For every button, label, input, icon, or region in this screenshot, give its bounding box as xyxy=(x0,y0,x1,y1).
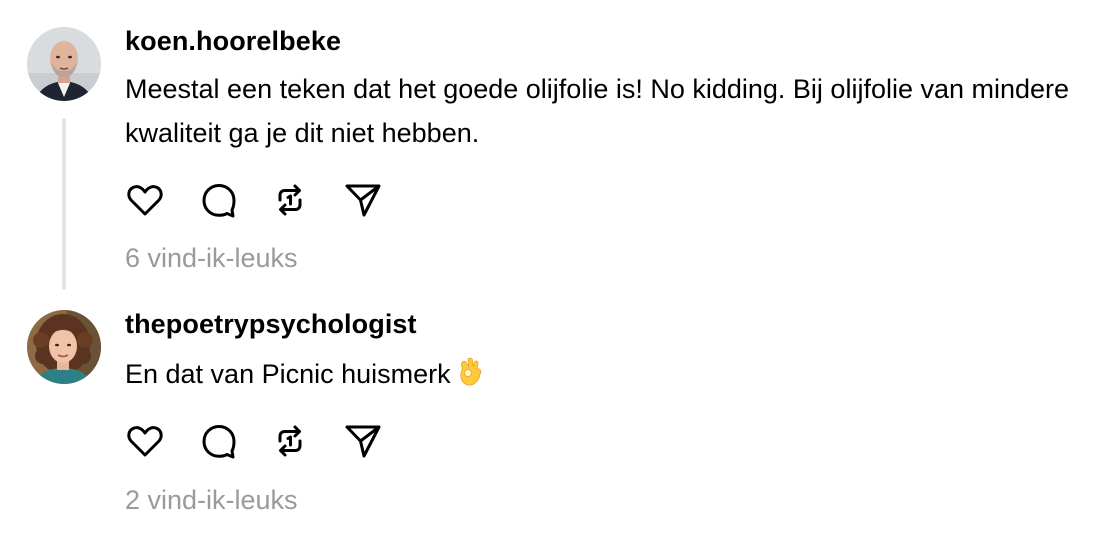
username[interactable]: koen.hoorelbeke xyxy=(125,26,341,57)
thread-line xyxy=(62,118,66,290)
comment-text: En dat van Picnic huismerk xyxy=(125,352,1090,400)
avatar[interactable] xyxy=(27,310,101,384)
like-count[interactable]: 2 vind-ik-leuks xyxy=(125,485,298,516)
share-icon[interactable] xyxy=(343,421,383,461)
avatar[interactable] xyxy=(27,27,101,101)
repost-icon[interactable] xyxy=(270,421,310,461)
ok-hand-emoji-icon xyxy=(457,356,485,400)
bald-man-avatar-icon xyxy=(27,27,101,101)
curly-hair-woman-avatar-icon xyxy=(27,310,101,384)
comment-text: Meestal een teken dat het goede olijfoli… xyxy=(125,74,1070,148)
username[interactable]: thepoetrypsychologist xyxy=(125,309,417,340)
comment-icon[interactable] xyxy=(199,180,239,220)
heart-icon[interactable] xyxy=(125,421,165,461)
comment-text-content: En dat van Picnic huismerk xyxy=(125,359,451,389)
comment-icon[interactable] xyxy=(199,421,239,461)
heart-icon[interactable] xyxy=(125,180,165,220)
repost-icon[interactable] xyxy=(270,180,310,220)
like-count[interactable]: 6 vind-ik-leuks xyxy=(125,243,298,274)
share-icon[interactable] xyxy=(343,180,383,220)
